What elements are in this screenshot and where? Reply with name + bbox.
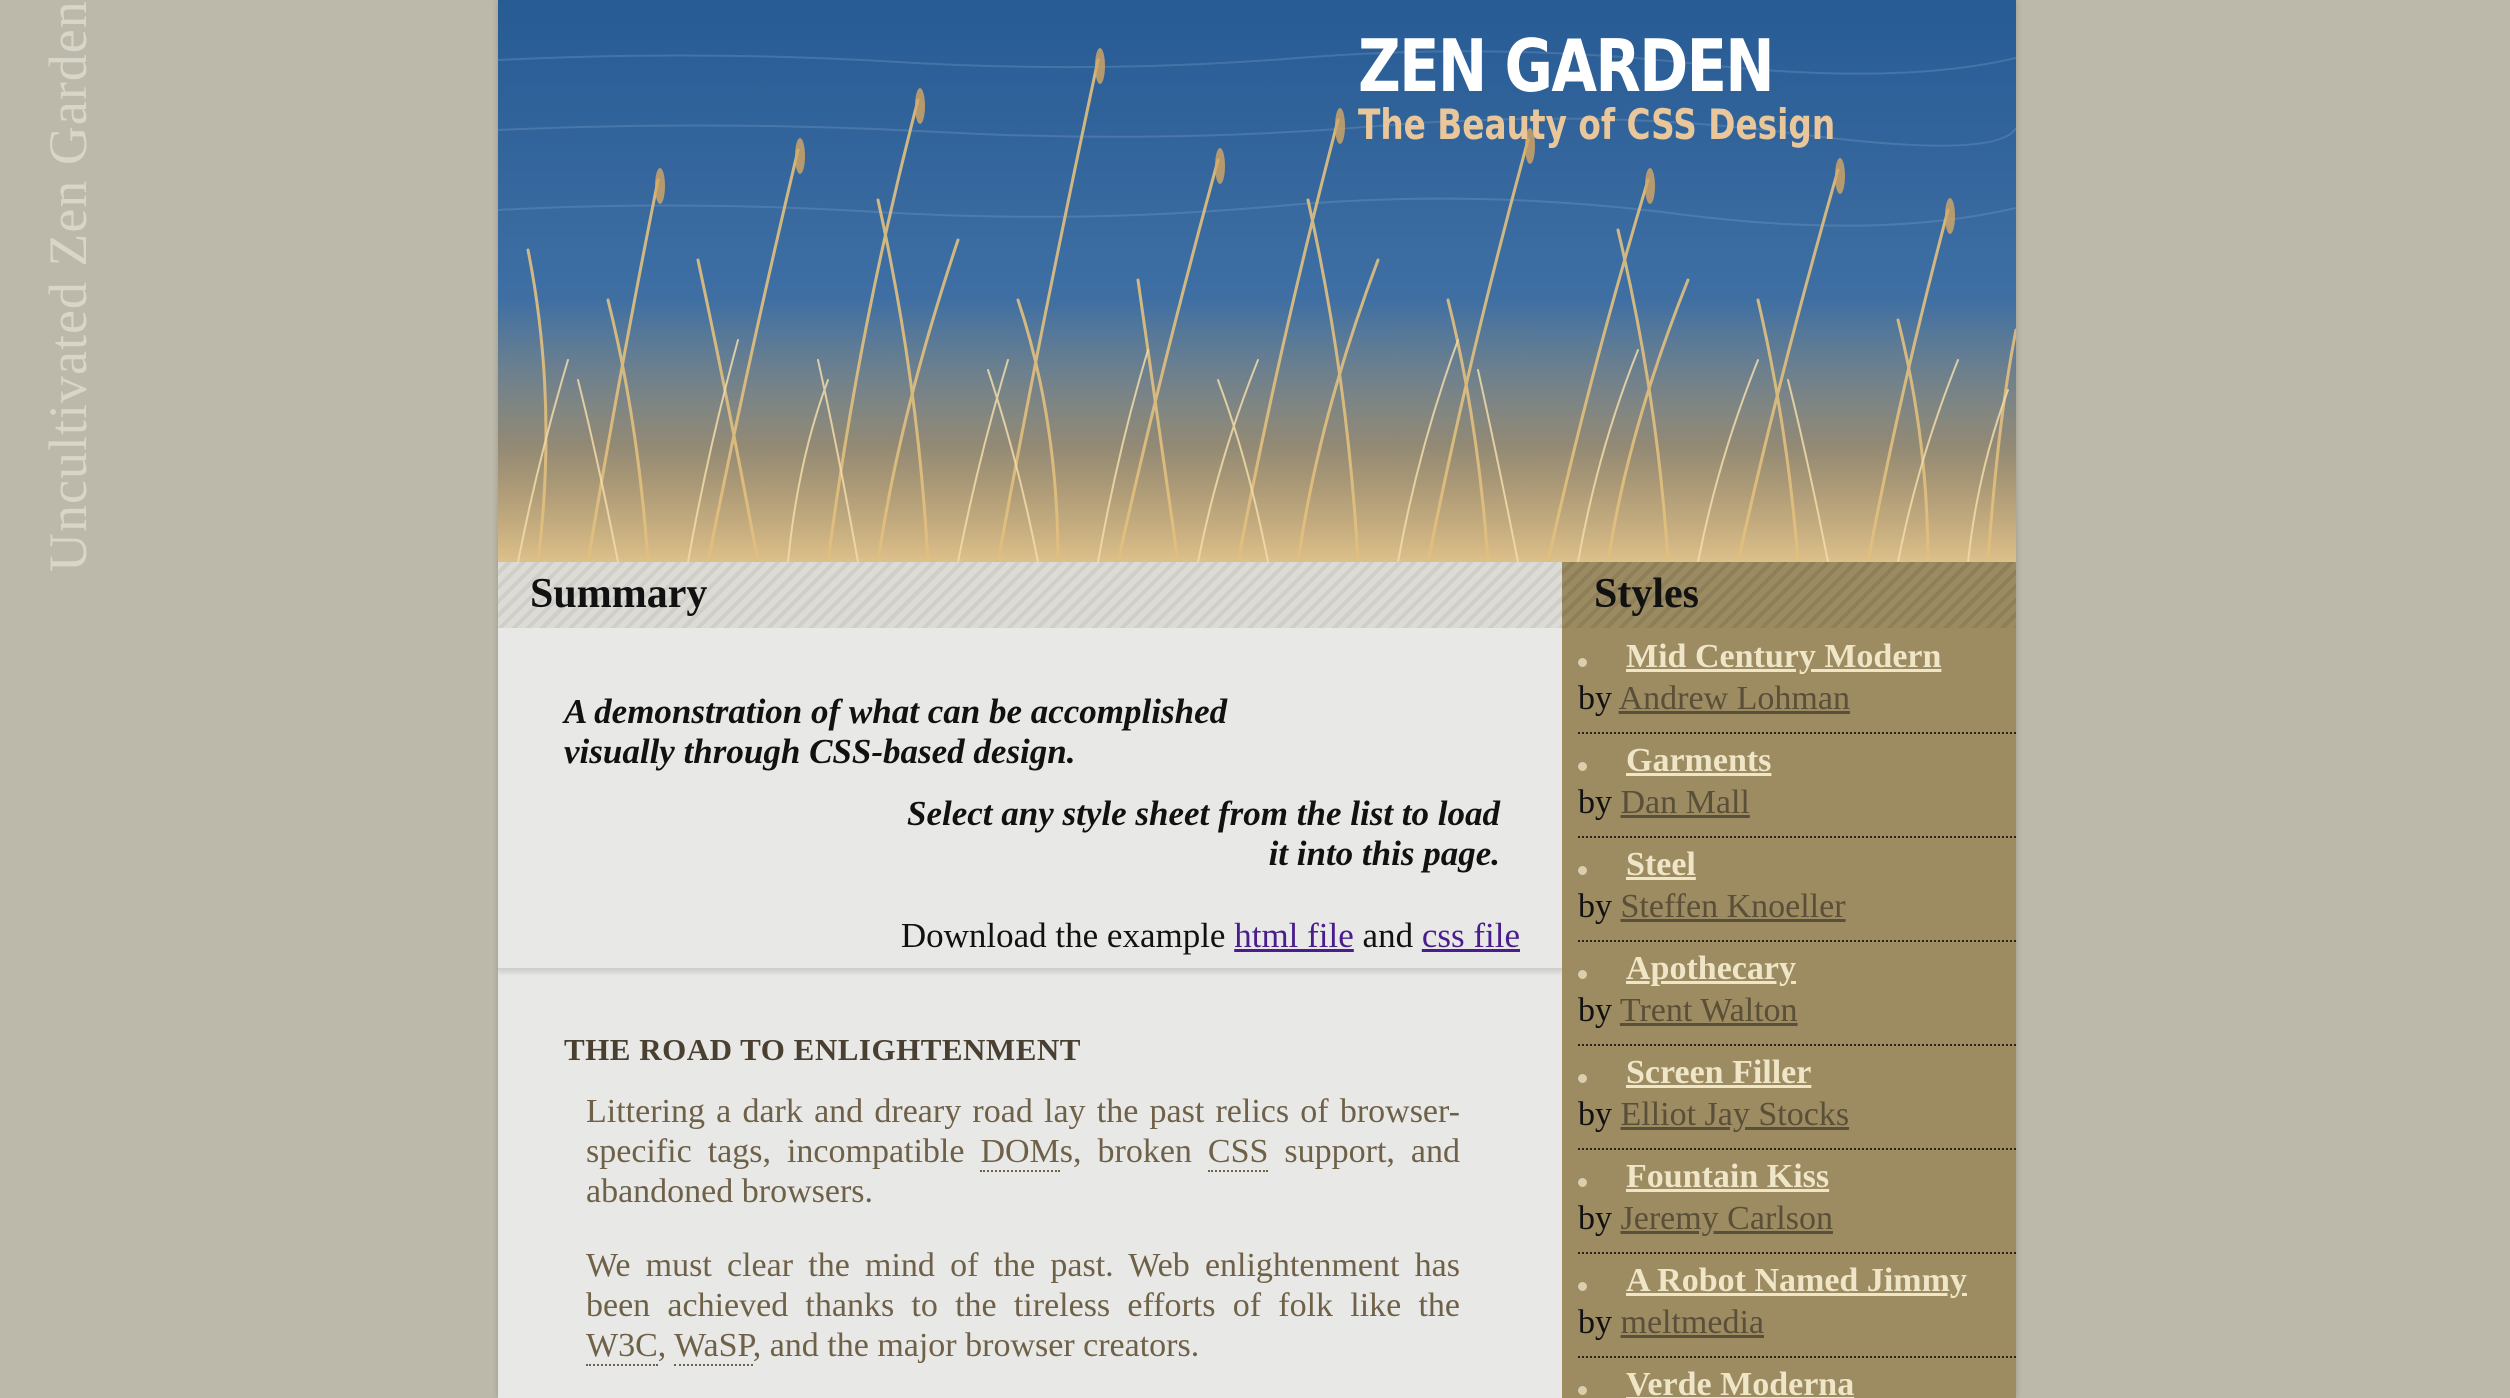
style-byline: by Steffen Knoeller xyxy=(1578,888,1846,926)
road-section: THE ROAD TO ENLIGHTENMENT Littering a da… xyxy=(498,970,1562,1398)
by-label: by xyxy=(1578,992,1612,1029)
style-link[interactable]: Verde Moderna xyxy=(1626,1366,1854,1398)
wasp-abbr: WaSP xyxy=(674,1327,753,1366)
style-link[interactable]: Fountain Kiss xyxy=(1626,1158,1829,1196)
style-link[interactable]: Apothecary xyxy=(1626,950,1796,988)
author-link[interactable]: meltmedia xyxy=(1621,1304,1765,1341)
w3c-abbr: W3C xyxy=(586,1327,658,1366)
by-label: by xyxy=(1578,1096,1612,1133)
dom-abbr: DOM xyxy=(980,1133,1060,1172)
style-byline: by Dan Mall xyxy=(1578,784,1750,822)
style-list-item: Mid Century Modern by Andrew Lohman xyxy=(1578,628,2016,734)
style-byline: by Elliot Jay Stocks xyxy=(1578,1096,1849,1134)
site-subtitle: The Beauty of CSS Design xyxy=(1358,100,1836,149)
by-label: by xyxy=(1578,680,1612,717)
style-byline: by Jeremy Carlson xyxy=(1578,1200,1833,1238)
style-link[interactable]: A Robot Named Jimmy xyxy=(1626,1262,1967,1300)
bullet-icon xyxy=(1578,658,1587,667)
road-paragraph-2: We must clear the mind of the past. Web … xyxy=(586,1246,1460,1366)
style-link[interactable]: Garments xyxy=(1626,742,1771,780)
road-p2-text-b: , and the major browser creators. xyxy=(752,1327,1200,1364)
bullet-icon xyxy=(1578,1074,1587,1083)
summary-section: A demonstration of what can be accomplis… xyxy=(498,628,1562,970)
author-link[interactable]: Elliot Jay Stocks xyxy=(1621,1096,1850,1133)
style-list-item: Steel by Steffen Knoeller xyxy=(1578,836,2016,942)
summary-header: Summary xyxy=(498,562,1562,628)
css-abbr: CSS xyxy=(1207,1133,1269,1172)
site-title: ZEN GARDEN xyxy=(1358,24,1775,108)
by-label: by xyxy=(1578,1200,1612,1237)
by-label: by xyxy=(1578,888,1612,925)
download-line: Download the example html file and css f… xyxy=(901,916,1520,956)
style-link[interactable]: Steel xyxy=(1626,846,1696,884)
style-list-item: Fountain Kiss by Jeremy Carlson xyxy=(1578,1148,2016,1254)
intro-text: A demonstration of what can be accomplis… xyxy=(564,692,1228,771)
download-prefix: Download the example xyxy=(900,916,1226,955)
style-link[interactable]: Mid Century Modern xyxy=(1626,638,1941,676)
bullet-icon xyxy=(1578,970,1587,979)
bullet-icon xyxy=(1578,1386,1587,1395)
brand-logo: ZEN GARDEN The Beauty of CSS Design xyxy=(1358,28,1970,148)
style-list-item: Verde Moderna xyxy=(1578,1356,2016,1398)
author-link[interactable]: Jeremy Carlson xyxy=(1621,1200,1833,1237)
style-list-item: Screen Filler by Elliot Jay Stocks xyxy=(1578,1044,2016,1150)
bullet-icon xyxy=(1578,1178,1587,1187)
page: ZEN GARDEN The Beauty of CSS Design Summ… xyxy=(498,0,2016,1398)
styles-header: Styles xyxy=(1562,562,2016,628)
download-and: and xyxy=(1362,916,1414,955)
author-link[interactable]: Dan Mall xyxy=(1621,784,1750,821)
bullet-icon xyxy=(1578,762,1587,771)
author-link[interactable]: Steffen Knoeller xyxy=(1621,888,1846,925)
bullet-icon xyxy=(1578,1282,1587,1291)
road-p2-text-a: We must clear the mind of the past. Web … xyxy=(586,1247,1460,1324)
by-label: by xyxy=(1578,784,1612,821)
author-link[interactable]: Trent Walton xyxy=(1620,992,1798,1029)
styles-list: Mid Century Modern by Andrew Lohman Garm… xyxy=(1562,628,2016,1398)
side-title: Uncultivated Zen Garden xyxy=(38,0,98,572)
summary-heading: Summary xyxy=(530,571,708,617)
road-heading: THE ROAD TO ENLIGHTENMENT xyxy=(564,1032,1081,1067)
css-file-link[interactable]: css file xyxy=(1422,916,1520,955)
by-label: by xyxy=(1578,1304,1612,1341)
style-list-item: A Robot Named Jimmy by meltmedia xyxy=(1578,1252,2016,1358)
road-p1-text-b: s, broken xyxy=(1059,1133,1208,1170)
style-byline: by meltmedia xyxy=(1578,1304,1764,1342)
style-byline: by Andrew Lohman xyxy=(1578,680,1850,718)
style-list-item: Apothecary by Trent Walton xyxy=(1578,940,2016,1046)
road-p2-sep: , xyxy=(657,1327,675,1364)
author-link[interactable]: Andrew Lohman xyxy=(1619,680,1850,717)
bullet-icon xyxy=(1578,866,1587,875)
road-paragraph-1: Littering a dark and dreary road lay the… xyxy=(586,1092,1460,1212)
style-list-item: Garments by Dan Mall xyxy=(1578,732,2016,838)
header-banner: ZEN GARDEN The Beauty of CSS Design xyxy=(498,0,2016,562)
intro-instruction: Select any style sheet from the list to … xyxy=(906,794,1500,873)
styles-heading: Styles xyxy=(1594,571,1699,617)
style-byline: by Trent Walton xyxy=(1578,992,1798,1030)
html-file-link[interactable]: html file xyxy=(1234,916,1354,955)
style-link[interactable]: Screen Filler xyxy=(1626,1054,1811,1092)
